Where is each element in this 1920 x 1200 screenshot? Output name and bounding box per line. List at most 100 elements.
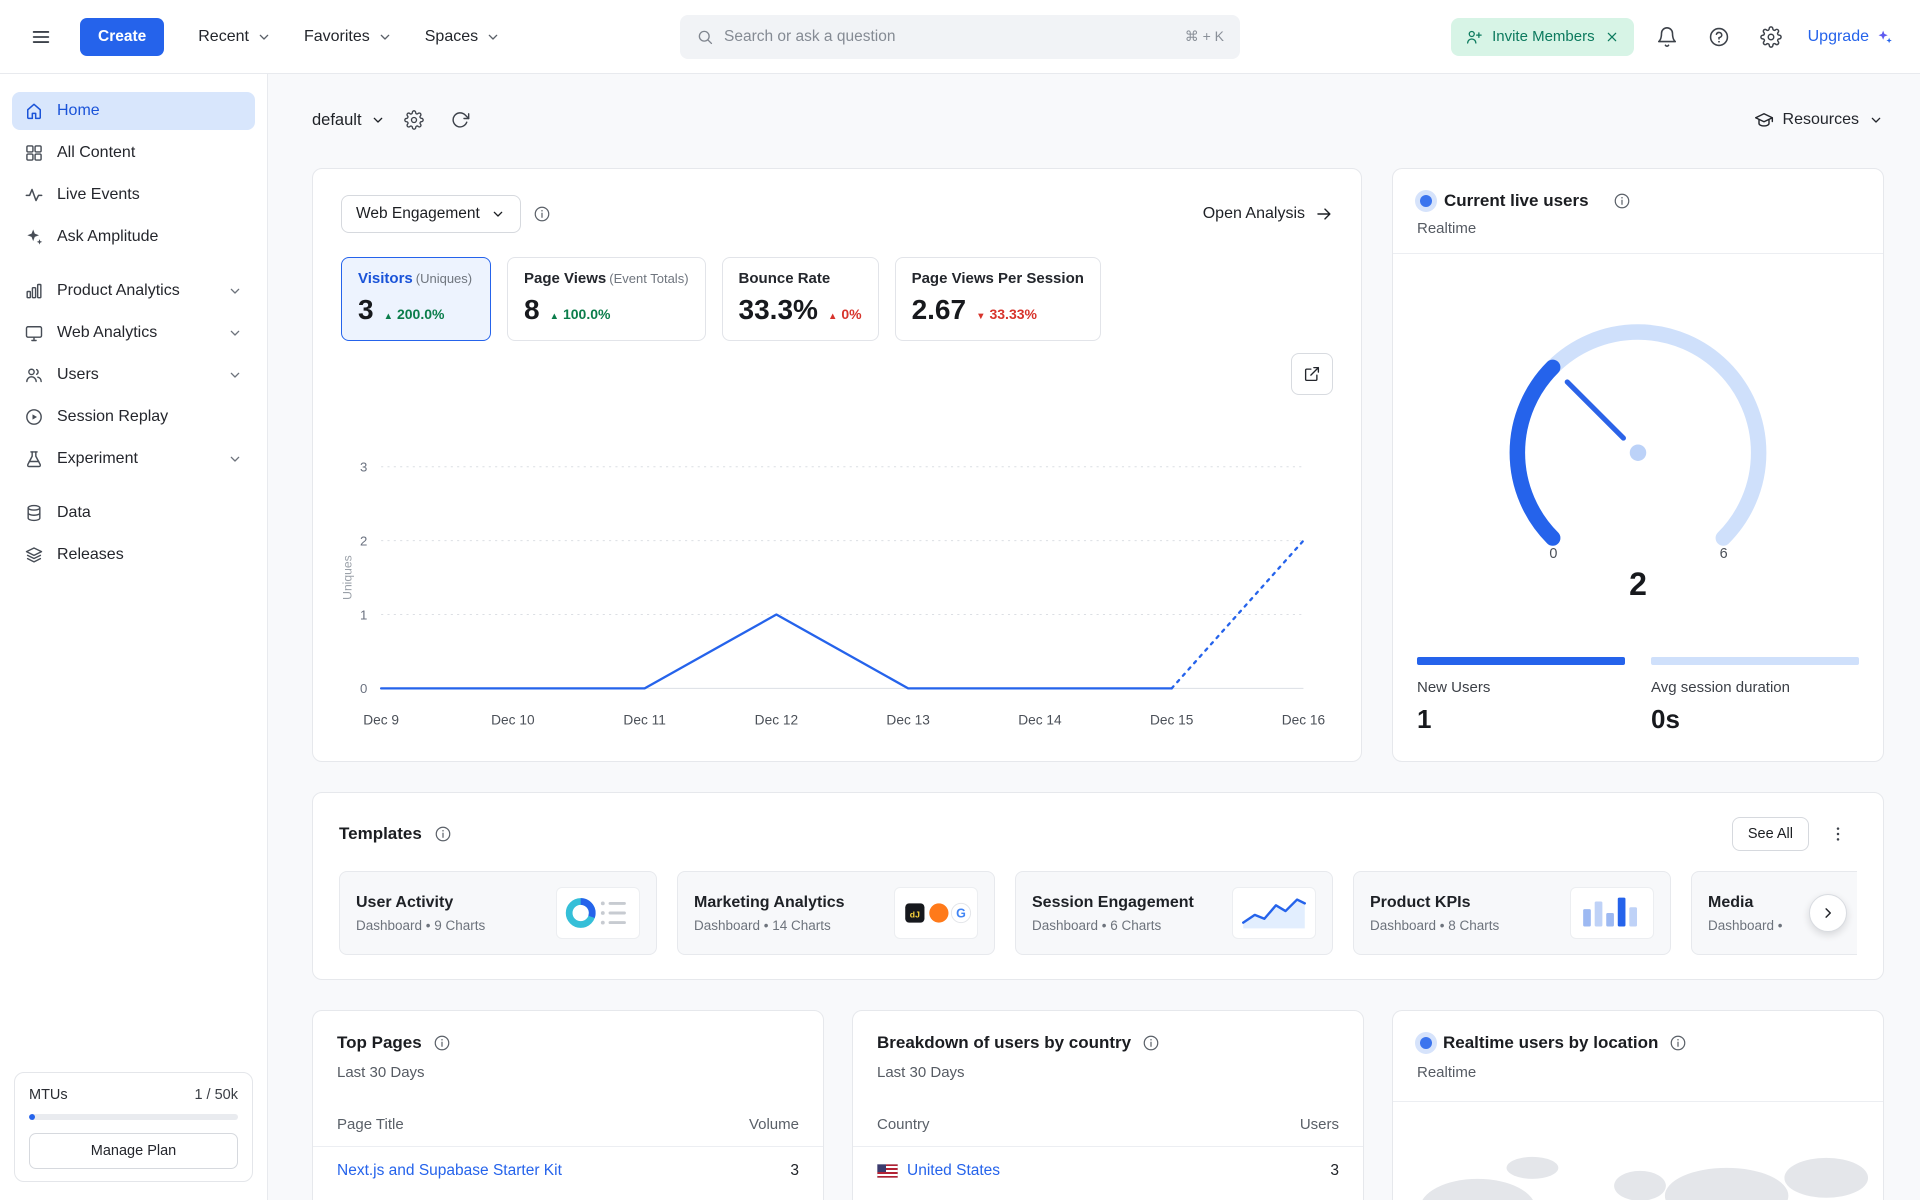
metric-page-views[interactable]: Page Views(Event Totals) 8▲100.0% <box>507 257 706 341</box>
hamburger-menu-button[interactable] <box>22 18 60 56</box>
sidebar-item-label: Users <box>57 366 99 384</box>
template-product-kpis[interactable]: Product KPIsDashboard • 8 Charts <box>1353 871 1671 955</box>
templates-menu-button[interactable] <box>1819 815 1857 853</box>
sidebar-item-label: Session Replay <box>57 408 168 426</box>
close-icon <box>1604 29 1620 45</box>
stat-label: New Users <box>1417 679 1625 696</box>
sidebar-item-product-analytics[interactable]: Product Analytics <box>12 272 255 310</box>
refresh-button[interactable] <box>442 102 478 138</box>
country-link[interactable]: United States <box>877 1162 1000 1180</box>
template-session-engagement[interactable]: Session EngagementDashboard • 6 Charts <box>1015 871 1333 955</box>
sparkle-icon <box>24 227 44 247</box>
country-breakdown-title: Breakdown of users by country <box>877 1033 1131 1053</box>
info-icon[interactable] <box>1669 1034 1687 1052</box>
search-input[interactable] <box>724 28 1175 46</box>
database-icon <box>24 503 44 523</box>
sidebar-item-experiment[interactable]: Experiment <box>12 440 255 478</box>
info-icon[interactable] <box>1613 192 1631 210</box>
manage-plan-button[interactable]: Manage Plan <box>29 1133 238 1169</box>
sidebar-item-session-replay[interactable]: Session Replay <box>12 398 255 436</box>
current-live-users-card: Current live users Realtime 06 2 New Us <box>1392 168 1884 762</box>
chevron-down-icon <box>227 325 243 341</box>
sidebar-item-all-content[interactable]: All Content <box>12 134 255 172</box>
column-header-volume: Volume <box>749 1116 799 1133</box>
line-chart-thumbnail-icon <box>1232 887 1316 939</box>
country-name: United States <box>907 1162 1000 1180</box>
create-button[interactable]: Create <box>80 18 164 56</box>
template-marketing-analytics[interactable]: Marketing AnalyticsDashboard • 14 Charts… <box>677 871 995 955</box>
see-all-button[interactable]: See All <box>1732 817 1809 851</box>
sidebar-item-releases[interactable]: Releases <box>12 536 255 574</box>
svg-text:Dec 15: Dec 15 <box>1150 712 1194 727</box>
svg-text:0: 0 <box>360 681 367 696</box>
metric-delta: ▲0% <box>828 306 862 322</box>
upgrade-link[interactable]: Upgrade <box>1808 28 1894 46</box>
spaces-menu[interactable]: Spaces <box>425 28 501 46</box>
engagement-line-chart: 0123UniquesDec 9Dec 10Dec 11Dec 12Dec 13… <box>341 452 1333 735</box>
mtu-usage-card: MTUs 1 / 50k Manage Plan <box>14 1072 253 1182</box>
metric-label: Page Views Per Session <box>912 270 1084 287</box>
world-map-graphic <box>1393 1134 1883 1200</box>
mtu-progress-fill <box>29 1114 35 1120</box>
layers-icon <box>24 545 44 565</box>
resources-menu[interactable]: Resources <box>1754 110 1884 130</box>
column-header-page-title: Page Title <box>337 1116 404 1133</box>
invite-dismiss-button[interactable] <box>1604 29 1620 45</box>
sidebar-item-web-analytics[interactable]: Web Analytics <box>12 314 255 352</box>
recent-menu[interactable]: Recent <box>198 28 272 46</box>
realtime-pulse-icon <box>1420 195 1432 207</box>
refresh-icon <box>450 110 470 130</box>
us-flag-icon <box>877 1164 898 1178</box>
invite-members-button[interactable]: Invite Members <box>1451 18 1634 56</box>
topbar-actions: Invite Members Upgrade <box>1451 18 1894 56</box>
sidebar-item-home[interactable]: Home <box>12 92 255 130</box>
live-users-title: Current live users <box>1444 191 1589 211</box>
info-icon[interactable] <box>434 825 452 843</box>
stat-label: Avg session duration <box>1651 679 1859 696</box>
page-title-link[interactable]: Next.js and Supabase Starter Kit <box>337 1162 562 1180</box>
metric-page-views-per-session[interactable]: Page Views Per Session 2.67▼33.33% <box>895 257 1101 341</box>
metric-qualifier: (Uniques) <box>416 271 472 286</box>
sidebar-item-live-events[interactable]: Live Events <box>12 176 255 214</box>
workspace-selector[interactable]: default <box>312 111 386 130</box>
chevron-down-icon <box>370 112 386 128</box>
info-icon[interactable] <box>1142 1034 1160 1052</box>
ad-platform-logos-thumbnail-icon: dJG <box>894 887 978 939</box>
gear-icon <box>404 110 424 130</box>
bar-chart-thumbnail-icon <box>1570 887 1654 939</box>
gauge-block: 06 2 <box>1393 254 1883 641</box>
info-icon[interactable] <box>533 205 551 223</box>
template-tile-row: User ActivityDashboard • 9 Charts Market… <box>339 871 1857 955</box>
donut-chart-thumbnail-icon <box>556 887 640 939</box>
sidebar-item-label: Data <box>57 504 91 522</box>
mtu-label: MTUs <box>29 1087 68 1103</box>
dashboard-settings-button[interactable] <box>396 102 432 138</box>
sidebar-item-data[interactable]: Data <box>12 494 255 532</box>
sidebar-item-label: Releases <box>57 546 124 564</box>
main-content: default Resources Web Engagement Open An… <box>268 74 1920 1200</box>
template-meta: Dashboard • 6 Charts <box>1032 918 1194 933</box>
arrow-right-icon <box>1315 205 1333 223</box>
favorites-menu[interactable]: Favorites <box>304 28 393 46</box>
expand-chart-button[interactable] <box>1291 353 1333 395</box>
country-table: Country Users United States 3 <box>853 1103 1363 1195</box>
dashboard-row-3: Top Pages Last 30 Days Page Title Volume… <box>312 1010 1884 1200</box>
open-analysis-button[interactable]: Open Analysis <box>1203 205 1333 223</box>
templates-title: Templates <box>339 824 422 844</box>
bar-chart-icon <box>24 281 44 301</box>
live-users-subtitle: Realtime <box>1417 220 1859 237</box>
metric-bounce-rate[interactable]: Bounce Rate 33.3%▲0% <box>722 257 879 341</box>
sidebar-item-users[interactable]: Users <box>12 356 255 394</box>
metric-visitors[interactable]: Visitors(Uniques) 3▲200.0% <box>341 257 491 341</box>
template-user-activity[interactable]: User ActivityDashboard • 9 Charts <box>339 871 657 955</box>
favorites-menu-label: Favorites <box>304 28 370 46</box>
metric-delta: ▲100.0% <box>550 306 611 322</box>
settings-button[interactable] <box>1752 18 1790 56</box>
sidebar-item-ask-amplitude[interactable]: Ask Amplitude <box>12 218 255 256</box>
invite-members-label: Invite Members <box>1492 28 1595 45</box>
help-button[interactable] <box>1700 18 1738 56</box>
info-icon[interactable] <box>433 1034 451 1052</box>
engagement-metric-set-selector[interactable]: Web Engagement <box>341 195 521 233</box>
templates-next-button[interactable] <box>1809 894 1847 932</box>
notifications-button[interactable] <box>1648 18 1686 56</box>
